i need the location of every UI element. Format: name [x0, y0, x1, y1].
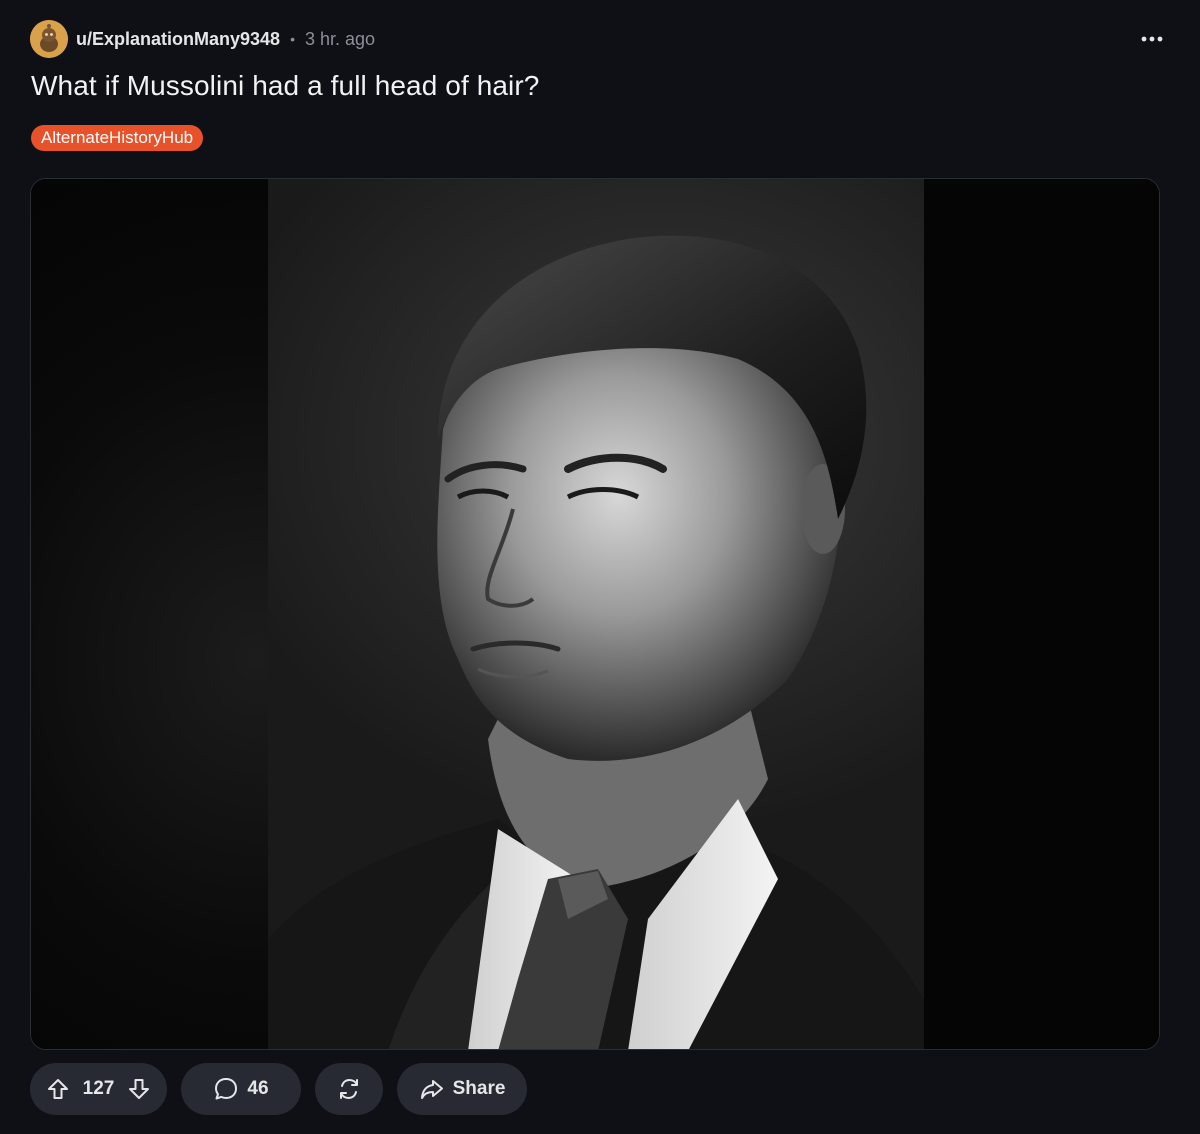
post-action-bar: 127 46 Share: [30, 1063, 527, 1115]
crosspost-button[interactable]: [315, 1063, 383, 1115]
upvote-arrow-icon: [48, 1079, 68, 1099]
snoo-avatar-icon: [30, 20, 68, 58]
downvote-button[interactable]: [125, 1075, 153, 1103]
ellipsis-icon: [1141, 36, 1163, 42]
user-avatar[interactable]: [30, 20, 68, 58]
upvote-button[interactable]: [44, 1075, 72, 1103]
comment-count: 46: [247, 1078, 269, 1099]
portrait-illustration: [268, 235, 924, 1049]
post-media[interactable]: [30, 178, 1160, 1050]
post-card: u/ExplanationMany9348 • 3 hr. ago What i…: [0, 0, 1200, 1134]
portrait-photo: [268, 179, 924, 1049]
post-title[interactable]: What if Mussolini had a full head of hai…: [31, 70, 539, 102]
post-author[interactable]: u/ExplanationMany9348: [76, 29, 280, 50]
comments-button[interactable]: 46: [181, 1063, 301, 1115]
crosspost-icon: [340, 1078, 358, 1100]
comment-bubble-icon: [215, 1078, 238, 1100]
meta-separator: •: [290, 31, 295, 47]
post-header: u/ExplanationMany9348 • 3 hr. ago: [30, 18, 1170, 60]
vote-count: 127: [82, 1078, 115, 1099]
share-label: Share: [452, 1078, 506, 1099]
post-flair[interactable]: AlternateHistoryHub: [31, 125, 204, 151]
post-timestamp: 3 hr. ago: [304, 28, 376, 49]
share-button[interactable]: Share: [397, 1063, 527, 1115]
more-options-button[interactable]: [1134, 21, 1170, 57]
share-arrow-icon: [420, 1080, 443, 1099]
vote-control: 127: [30, 1063, 167, 1115]
downvote-arrow-icon: [128, 1079, 149, 1099]
